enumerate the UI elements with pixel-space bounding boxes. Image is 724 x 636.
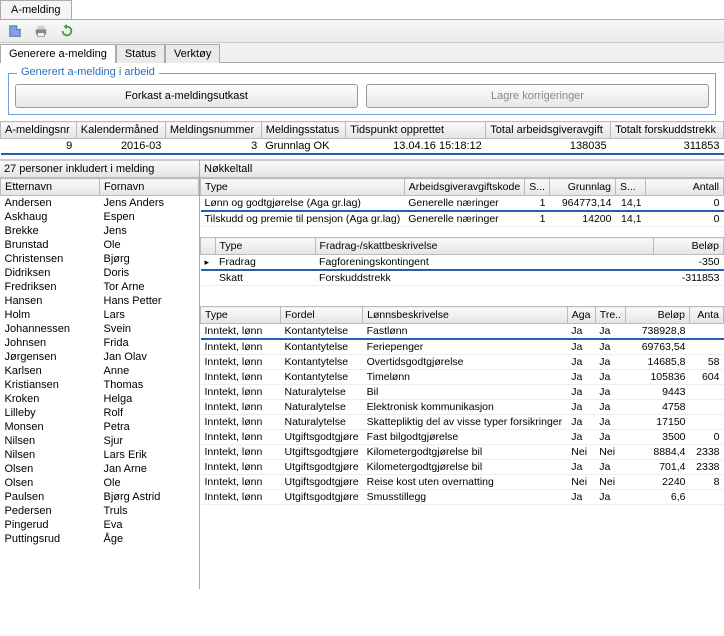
person-row[interactable]: PedersenTruls <box>1 504 199 518</box>
income-grid[interactable]: Type Fordel Lønnsbeskrivelse Aga Tre.. B… <box>200 306 724 505</box>
window-tab-label: A-melding <box>11 4 61 16</box>
key-row[interactable]: Tilskudd og premie til pensjon (Aga gr.l… <box>201 211 724 227</box>
kh-antall[interactable]: Antall <box>645 179 723 196</box>
person-row[interactable]: FredriksenTor Arne <box>1 280 199 294</box>
right-pane-title: Nøkkeltall <box>200 160 724 178</box>
income-row[interactable]: Inntekt, lønnKontantytelseFeriepengerJaJ… <box>201 339 724 355</box>
print-icon[interactable] <box>34 24 48 38</box>
tab-generere[interactable]: Generere a-melding <box>0 44 116 63</box>
deduction-row[interactable]: SkattForskuddstrekk-311853 <box>201 270 724 286</box>
tab-status[interactable]: Status <box>116 44 165 63</box>
kh-grunnlag[interactable]: Grunnlag <box>549 179 615 196</box>
person-row[interactable]: JørgensenJan Olav <box>1 350 199 364</box>
person-row[interactable]: NilsenSjur <box>1 434 199 448</box>
kh-type[interactable]: Type <box>201 179 405 196</box>
person-row[interactable]: AndersenJens Anders <box>1 196 199 211</box>
kh-s1[interactable]: S... <box>525 179 550 196</box>
section-title: Generert a-melding i arbeid <box>17 66 159 78</box>
income-row[interactable]: Inntekt, lønnKontantytelseOvertidsgodtgj… <box>201 355 724 370</box>
ih-belop[interactable]: Beløp <box>626 307 690 324</box>
person-grid[interactable]: Etternavn Fornavn AndersenJens AndersAsk… <box>0 178 199 546</box>
income-row[interactable]: Inntekt, lønnUtgiftsgodtgjøreKilometergo… <box>201 460 724 475</box>
col-totalforskudd[interactable]: Totalt forskuddstrekk <box>611 122 724 139</box>
income-row[interactable]: Inntekt, lønnKontantytelseTimelønnJaJa10… <box>201 370 724 385</box>
left-pane: 27 personer inkludert i melding Etternav… <box>0 160 200 589</box>
summary-row[interactable]: 9 2016-03 3 Grunnlag OK 13.04.16 15:18:1… <box>1 139 724 155</box>
person-row[interactable]: KrokenHelga <box>1 392 199 406</box>
person-row[interactable]: NilsenLars Erik <box>1 448 199 462</box>
income-row[interactable]: Inntekt, lønnUtgiftsgodtgjøreKilometergo… <box>201 445 724 460</box>
subtabs: Generere a-melding Status Verktøy <box>0 43 724 63</box>
row-marker <box>201 270 216 286</box>
ih-type[interactable]: Type <box>201 307 281 324</box>
kh-aga[interactable]: Arbeidsgiveravgiftskode <box>404 179 524 196</box>
col-meldingsnummer[interactable]: Meldingsnummer <box>165 122 261 139</box>
person-row[interactable]: PuttingsrudÅge <box>1 532 199 546</box>
summary-grid[interactable]: A-meldingsnr Kalendermåned Meldingsnumme… <box>0 121 724 155</box>
section-generated: Generert a-melding i arbeid Forkast a-me… <box>8 73 716 115</box>
save-button: Lagre korrigeringer <box>366 84 709 108</box>
key-row[interactable]: Lønn og godtgjørelse (Aga gr.lag)Generel… <box>201 196 724 212</box>
person-row[interactable]: BrekkeJens <box>1 224 199 238</box>
col-fornavn[interactable]: Fornavn <box>100 179 199 196</box>
ih-lonn[interactable]: Lønnsbeskrivelse <box>363 307 568 324</box>
person-row[interactable]: DidriksenDoris <box>1 266 199 280</box>
refresh-icon[interactable] <box>60 24 74 38</box>
income-row[interactable]: Inntekt, lønnNaturalytelseElektronisk ko… <box>201 400 724 415</box>
col-etternavn[interactable]: Etternavn <box>1 179 100 196</box>
col-meldingsstatus[interactable]: Meldingsstatus <box>261 122 346 139</box>
dh-marker <box>201 238 216 255</box>
deduction-row[interactable]: FradragFagforeningskontingent-350 <box>201 255 724 271</box>
person-row[interactable]: AskhaugEspen <box>1 210 199 224</box>
person-row[interactable]: ChristensenBjørg <box>1 252 199 266</box>
window-tab[interactable]: A-melding <box>0 0 72 19</box>
income-row[interactable]: Inntekt, lønnUtgiftsgodtgjøreReise kost … <box>201 475 724 490</box>
discard-button[interactable]: Forkast a-meldingsutkast <box>15 84 358 108</box>
person-row[interactable]: KristiansenThomas <box>1 378 199 392</box>
person-row[interactable]: LillebyRolf <box>1 406 199 420</box>
income-row[interactable]: Inntekt, lønnKontantytelseFastlønnJaJa73… <box>201 324 724 340</box>
income-row[interactable]: Inntekt, lønnUtgiftsgodtgjøreSmusstilleg… <box>201 490 724 505</box>
person-row[interactable]: HansenHans Petter <box>1 294 199 308</box>
person-row[interactable]: JohnsenFrida <box>1 336 199 350</box>
person-row[interactable]: HolmLars <box>1 308 199 322</box>
col-totalaga[interactable]: Total arbeidsgiveravgift <box>486 122 611 139</box>
toolbar <box>0 19 724 43</box>
row-marker <box>201 255 216 271</box>
person-row[interactable]: KarlsenAnne <box>1 364 199 378</box>
person-row[interactable]: BrunstadOle <box>1 238 199 252</box>
person-row[interactable]: PaulsenBjørg Astrid <box>1 490 199 504</box>
income-row[interactable]: Inntekt, lønnUtgiftsgodtgjøreFast bilgod… <box>201 430 724 445</box>
ih-fordel[interactable]: Fordel <box>281 307 363 324</box>
income-row[interactable]: Inntekt, lønnNaturalytelseSkattepliktig … <box>201 415 724 430</box>
deduction-grid[interactable]: Type Fradrag-/skattbeskrivelse Beløp Fra… <box>200 237 724 286</box>
ih-anta[interactable]: Anta <box>690 307 724 324</box>
col-kalendermaned[interactable]: Kalendermåned <box>76 122 165 139</box>
person-row[interactable]: OlsenOle <box>1 476 199 490</box>
right-pane: Nøkkeltall Type Arbeidsgiveravgiftskode … <box>200 160 724 589</box>
export-icon[interactable] <box>8 24 22 38</box>
ih-aga[interactable]: Aga <box>567 307 595 324</box>
person-row[interactable]: PingerudEva <box>1 518 199 532</box>
col-tidspunkt[interactable]: Tidspunkt opprettet <box>346 122 486 139</box>
tab-verktoy[interactable]: Verktøy <box>165 44 220 63</box>
key-grid[interactable]: Type Arbeidsgiveravgiftskode S... Grunnl… <box>200 178 724 227</box>
income-row[interactable]: Inntekt, lønnNaturalytelseBilJaJa9443 <box>201 385 724 400</box>
col-ameldingsnr[interactable]: A-meldingsnr <box>1 122 77 139</box>
kh-s2[interactable]: S... <box>615 179 645 196</box>
person-row[interactable]: MonsenPetra <box>1 420 199 434</box>
dh-besk[interactable]: Fradrag-/skattbeskrivelse <box>315 238 653 255</box>
dh-type[interactable]: Type <box>215 238 315 255</box>
left-pane-title: 27 personer inkludert i melding <box>0 160 199 178</box>
dh-belop[interactable]: Beløp <box>654 238 724 255</box>
person-row[interactable]: JohannessenSvein <box>1 322 199 336</box>
ih-tre[interactable]: Tre.. <box>595 307 625 324</box>
person-row[interactable]: OlsenJan Arne <box>1 462 199 476</box>
